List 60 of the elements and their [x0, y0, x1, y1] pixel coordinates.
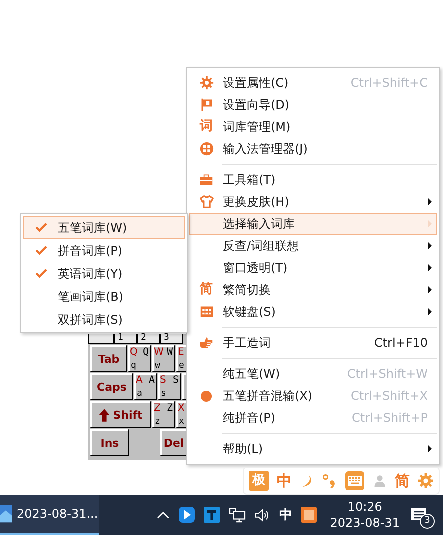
toolbox-icon [199, 173, 214, 187]
menu-item[interactable]: 工具箱(T) [189, 169, 437, 191]
keyboard-key[interactable]: A A a [134, 373, 157, 400]
menu-item[interactable]: 帮助(L) [189, 438, 437, 460]
menu-item[interactable]: 五笔词库(W) [23, 216, 185, 239]
keyboard-key[interactable]: Ins [90, 429, 129, 456]
gear-icon [200, 76, 214, 90]
menu-item[interactable]: 窗口透明(T) [189, 257, 437, 279]
menu-item[interactable]: 纯五笔(W) Ctrl+Shift+W [189, 363, 437, 385]
menu-item[interactable]: 双拼词库(S) [23, 308, 185, 331]
menu-item[interactable]: 软键盘(S) [189, 301, 437, 323]
menu-item[interactable]: 设置向导(D) [189, 94, 437, 116]
menu-item[interactable]: 简 繁简切换 [189, 279, 437, 301]
keyboard-icon [200, 305, 214, 319]
volume-icon[interactable] [255, 508, 270, 522]
menu-item[interactable]: 输入法管理器(J) [189, 138, 437, 160]
menu-item[interactable]: 设置属性(C) Ctrl+Shift+C [189, 72, 437, 94]
hand-icon [199, 336, 214, 350]
menu-item[interactable]: 词 词库管理(M) [189, 116, 437, 138]
keyboard-key[interactable]: 2 [137, 334, 160, 344]
keyboard-key[interactable]: E e [176, 345, 186, 372]
network-icon[interactable] [229, 508, 246, 522]
menu-item[interactable]: 纯拼音(P) Ctrl+Shift+P [189, 407, 437, 429]
menu-item[interactable]: 反查/词组联想 [189, 235, 437, 257]
ime-app-icon[interactable] [301, 507, 318, 523]
clock-date: 2023-08-31 [330, 515, 400, 531]
menu-item[interactable]: 笔画词库(B) [23, 285, 185, 308]
clock[interactable]: 10:26 2023-08-31 [330, 499, 400, 531]
taskbar-window-button[interactable]: 2023-08-31... [0, 495, 99, 535]
input-mode-indicator[interactable]: 中 [279, 506, 292, 524]
clock-time: 10:26 [348, 499, 382, 515]
grid-icon [200, 142, 214, 156]
menu-icon: 词 [200, 120, 213, 134]
keyboard-key[interactable]: S S s [158, 373, 181, 400]
menu-item[interactable]: 五笔拼音混输(X) Ctrl+Shift+X [189, 385, 437, 407]
menu-icon: 简 [200, 283, 213, 297]
keyboard-key[interactable]: X x [176, 401, 186, 428]
image-icon [0, 504, 12, 524]
keyboard-key[interactable] [88, 334, 114, 344]
keyboard-key[interactable]: Q Q q [128, 345, 151, 372]
app-icon[interactable] [179, 507, 196, 523]
menu-item[interactable]: 选择输入词库 [189, 213, 437, 235]
keyboard-key[interactable]: W W w [152, 345, 175, 372]
up-arrow-icon [99, 408, 110, 422]
radio-dot-icon [201, 390, 212, 402]
menu-item[interactable]: 拼音词库(P) [23, 239, 185, 262]
keyboard-key[interactable]: Z Z z [152, 401, 175, 428]
keyboard-key[interactable]: 3 [160, 334, 183, 344]
shirt-icon [200, 195, 214, 209]
shift-key[interactable]: Shift [90, 401, 151, 428]
flag-icon [200, 98, 214, 112]
menu-item[interactable]: 更换皮肤(H) [189, 191, 437, 213]
notification-count-badge: 3 [420, 514, 435, 529]
keyboard-key[interactable]: 1 [114, 334, 137, 344]
keyboard-key[interactable]: Tab [90, 345, 127, 372]
menu-item[interactable]: 手工造词 Ctrl+F10 [189, 332, 437, 354]
chevron-up-icon[interactable] [157, 510, 170, 520]
keyboard-key[interactable]: Caps [90, 373, 133, 400]
menu-item[interactable]: 英语词库(Y) [23, 262, 185, 285]
keyboard-key[interactable]: Del [160, 429, 186, 456]
